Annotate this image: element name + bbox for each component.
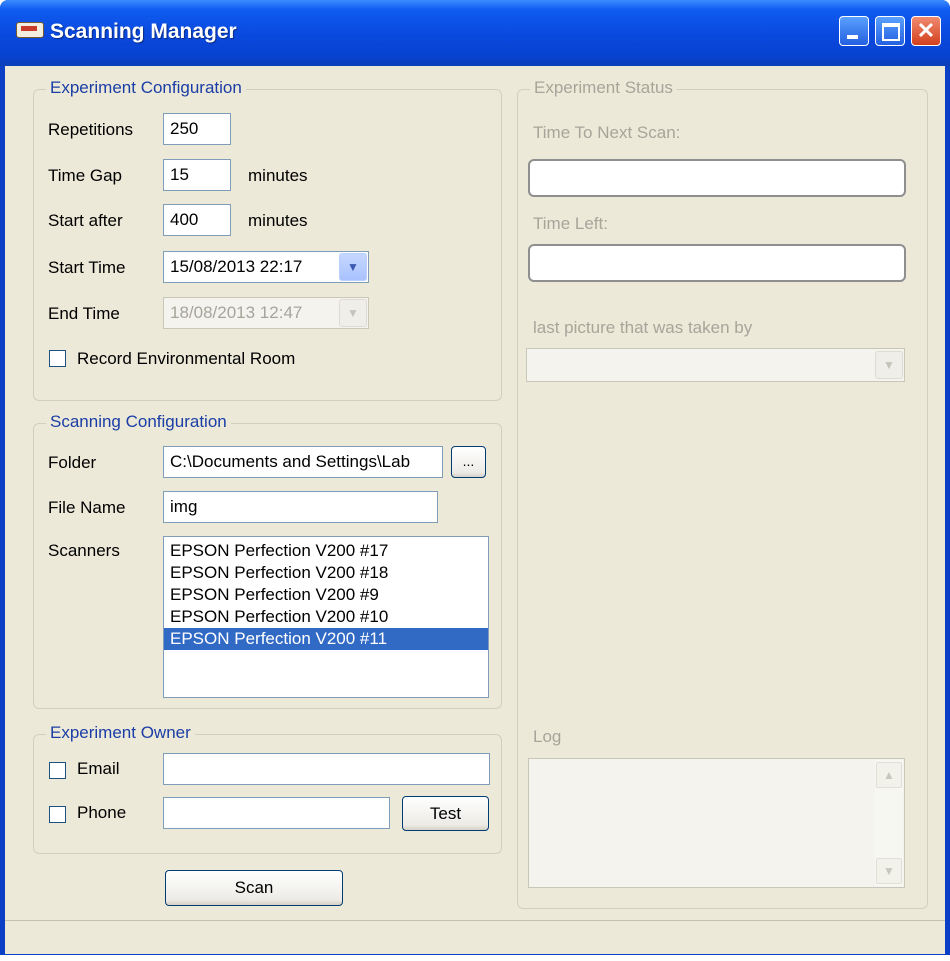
scanner-app-icon — [16, 22, 44, 38]
end-time-label: End Time — [48, 304, 120, 323]
last-picture-combobox: ▼ — [526, 348, 905, 382]
last-picture-label: last picture that was taken by — [533, 318, 753, 337]
scanner-list-item[interactable]: EPSON Perfection V200 #11 — [164, 628, 488, 650]
test-button[interactable]: Test — [402, 796, 489, 831]
repetitions-input[interactable]: 250 — [163, 113, 231, 145]
email-checkbox[interactable] — [49, 762, 66, 779]
start-after-unit: minutes — [248, 211, 308, 230]
experiment-status-legend: Experiment Status — [530, 78, 677, 98]
log-textbox[interactable]: ▲ ▼ — [528, 758, 905, 888]
start-time-datepicker[interactable]: 15/08/2013 22:17 ▼ — [163, 251, 369, 283]
browse-folder-button[interactable]: ... — [451, 446, 486, 478]
scanners-label: Scanners — [48, 541, 120, 560]
email-input[interactable] — [163, 753, 490, 785]
scanners-listbox[interactable]: EPSON Perfection V200 #17 EPSON Perfectio… — [163, 536, 489, 698]
experiment-configuration-legend: Experiment Configuration — [46, 78, 246, 98]
scanner-list-item[interactable]: EPSON Perfection V200 #18 — [164, 562, 488, 584]
file-name-label: File Name — [48, 498, 126, 517]
title-bar[interactable]: Scanning Manager ✕ — [0, 0, 950, 66]
experiment-owner-group: Experiment Owner — [33, 723, 502, 854]
window-title: Scanning Manager — [50, 20, 237, 43]
scroll-down-icon[interactable]: ▼ — [876, 858, 902, 884]
record-environmental-room-label: Record Environmental Room — [77, 349, 296, 368]
time-gap-unit: minutes — [248, 166, 308, 185]
email-label: Email — [77, 759, 120, 778]
time-to-next-scan-field — [528, 159, 906, 197]
scroll-up-icon[interactable]: ▲ — [876, 762, 902, 788]
scanner-list-item[interactable]: EPSON Perfection V200 #10 — [164, 606, 488, 628]
phone-label: Phone — [77, 803, 127, 822]
time-to-next-scan-label: Time To Next Scan: — [533, 123, 681, 142]
time-left-label: Time Left: — [533, 214, 608, 233]
file-name-input[interactable]: img — [163, 491, 438, 523]
end-time-datepicker: 18/08/2013 12:47 ▼ — [163, 297, 369, 329]
close-icon: ✕ — [916, 18, 936, 43]
minimize-button[interactable] — [839, 16, 869, 46]
repetitions-label: Repetitions — [48, 120, 134, 139]
chevron-down-icon: ▼ — [875, 351, 903, 379]
chevron-down-icon[interactable]: ▼ — [339, 253, 367, 281]
end-time-value: 18/08/2013 12:47 — [170, 303, 303, 322]
experiment-owner-legend: Experiment Owner — [46, 723, 195, 743]
phone-checkbox[interactable] — [49, 806, 66, 823]
time-gap-label: Time Gap — [48, 166, 123, 185]
status-bar — [5, 920, 945, 954]
scan-button[interactable]: Scan — [165, 870, 343, 906]
start-time-value: 15/08/2013 22:17 — [170, 257, 303, 276]
start-after-input[interactable]: 400 — [163, 204, 231, 236]
time-left-field — [528, 244, 906, 282]
scanning-configuration-legend: Scanning Configuration — [46, 412, 231, 432]
chevron-down-icon: ▼ — [339, 299, 367, 327]
phone-input[interactable] — [163, 797, 390, 829]
time-gap-input[interactable]: 15 — [163, 159, 231, 191]
log-scrollbar[interactable]: ▲ ▼ — [875, 760, 903, 886]
start-after-label: Start after — [48, 211, 123, 230]
folder-label: Folder — [48, 453, 97, 472]
scanner-list-item[interactable]: EPSON Perfection V200 #17 — [164, 540, 488, 562]
maximize-button[interactable] — [875, 16, 905, 46]
record-environmental-room-checkbox[interactable] — [49, 350, 66, 367]
start-time-label: Start Time — [48, 258, 126, 277]
scanner-list-item[interactable]: EPSON Perfection V200 #9 — [164, 584, 488, 606]
client-area: Experiment Configuration Repetitions 250… — [5, 66, 945, 920]
log-label: Log — [533, 727, 562, 746]
close-button[interactable]: ✕ — [911, 16, 941, 46]
folder-input[interactable]: C:\Documents and Settings\Lab — [163, 446, 443, 478]
